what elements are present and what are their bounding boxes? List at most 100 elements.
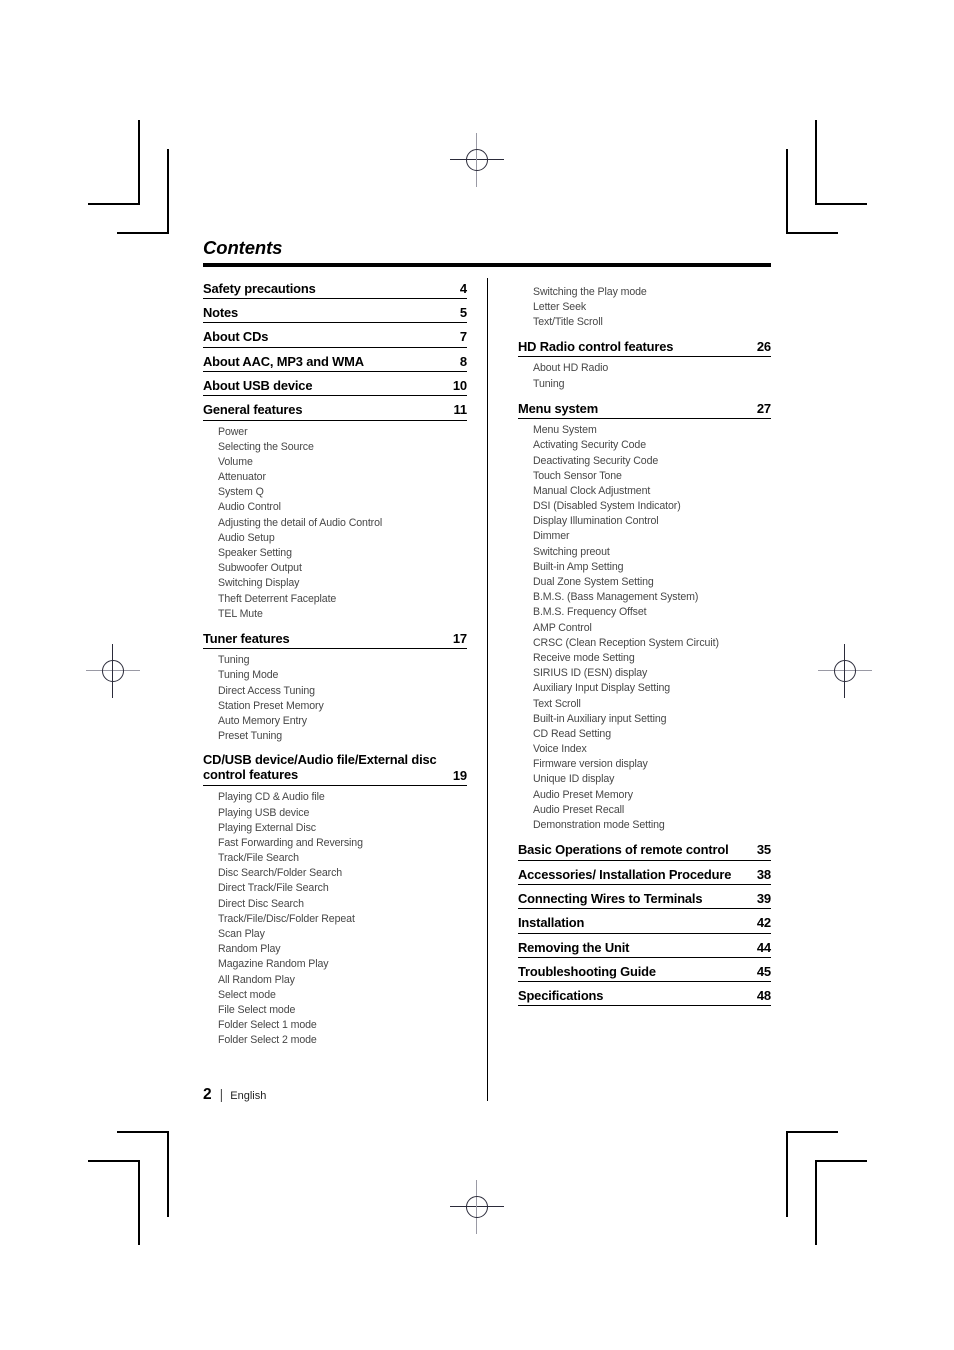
toc-subitem[interactable]: TEL Mute (218, 607, 467, 622)
toc-subitem[interactable]: Playing CD & Audio file (218, 790, 467, 805)
toc-subitem[interactable]: Switching the Play mode (533, 285, 771, 300)
toc-subitem[interactable]: Audio Control (218, 500, 467, 515)
toc-subitem[interactable]: Display Illumination Control (533, 514, 771, 529)
toc-subitem[interactable]: Dimmer (533, 529, 771, 544)
toc-subitem[interactable]: File Select mode (218, 1003, 467, 1018)
toc-subitem[interactable]: Deactivating Security Code (533, 454, 771, 469)
toc-subitem[interactable]: Receive mode Setting (533, 651, 771, 666)
toc-entry[interactable]: Tuner features 17 (203, 631, 467, 650)
toc-subitem[interactable]: Built-in Auxiliary input Setting (533, 712, 771, 727)
toc-entry[interactable]: HD Radio control features 26 (518, 339, 771, 358)
toc-subitem[interactable]: Power (218, 425, 467, 440)
toc-subitem[interactable]: System Q (218, 485, 467, 500)
toc-entry-label: About AAC, MP3 and WMA (203, 353, 364, 369)
toc-subitem[interactable]: B.M.S. (Bass Management System) (533, 590, 771, 605)
toc-subitem-group: About HD Radio Tuning (518, 361, 771, 391)
toc-subitem[interactable]: DSI (Disabled System Indicator) (533, 499, 771, 514)
toc-subitem[interactable]: Attenuator (218, 470, 467, 485)
toc-entry[interactable]: General features 11 (203, 402, 467, 421)
toc-subitem[interactable]: Subwoofer Output (218, 561, 467, 576)
toc-subitem[interactable]: Switching preout (533, 545, 771, 560)
toc-subitem[interactable]: Text/Title Scroll (533, 315, 771, 330)
toc-subitem[interactable]: Playing External Disc (218, 821, 467, 836)
toc-subitem[interactable]: B.M.S. Frequency Offset (533, 605, 771, 620)
toc-subitem[interactable]: Adjusting the detail of Audio Control (218, 516, 467, 531)
toc-entry[interactable]: Troubleshooting Guide 45 (518, 963, 771, 983)
toc-subitem[interactable]: Theft Deterrent Faceplate (218, 592, 467, 607)
toc-subitem[interactable]: Activating Security Code (533, 438, 771, 453)
toc-subitem[interactable]: Direct Access Tuning (218, 684, 467, 699)
toc-subitem[interactable]: Auto Memory Entry (218, 714, 467, 729)
toc-subitem[interactable]: Folder Select 1 mode (218, 1018, 467, 1033)
toc-subitem[interactable]: Direct Disc Search (218, 897, 467, 912)
toc-entry-label: Tuner features (203, 631, 290, 647)
toc-subitem[interactable]: Demonstration mode Setting (533, 818, 771, 833)
toc-subitem[interactable]: About HD Radio (533, 361, 771, 376)
toc-entry[interactable]: About AAC, MP3 and WMA 8 (203, 354, 467, 372)
toc-entry[interactable]: Specifications 48 (518, 988, 771, 1007)
crop-mark-top-right-inner-h (786, 232, 838, 234)
toc-subitem[interactable]: Station Preset Memory (218, 699, 467, 714)
toc-entry[interactable]: Safety precautions 4 (203, 281, 467, 299)
toc-subitem[interactable]: Auxiliary Input Display Setting (533, 681, 771, 696)
toc-subitem[interactable]: Letter Seek (533, 300, 771, 315)
toc-subitem[interactable]: Track/File Search (218, 851, 467, 866)
toc-subitem[interactable]: SIRIUS ID (ESN) display (533, 666, 771, 681)
toc-entry[interactable]: About CDs 7 (203, 329, 467, 348)
toc-entry[interactable]: Connecting Wires to Terminals 39 (518, 891, 771, 910)
toc-entry[interactable]: Removing the Unit 44 (518, 940, 771, 958)
toc-subitem[interactable]: Selecting the Source (218, 440, 467, 455)
toc-entry-label: Specifications (518, 988, 604, 1004)
toc-subitem[interactable]: Dual Zone System Setting (533, 575, 771, 590)
toc-subitem[interactable]: Audio Preset Memory (533, 788, 771, 803)
toc-subitem[interactable]: Tuning (218, 653, 467, 668)
toc-subitem[interactable]: Folder Select 2 mode (218, 1033, 467, 1048)
toc-subitem[interactable]: Switching Display (218, 576, 467, 591)
toc-subitem[interactable]: Tuning (533, 377, 771, 392)
toc-subitem[interactable]: Voice Index (533, 742, 771, 757)
toc-entry[interactable]: Accessories/ Installation Procedure 38 (518, 867, 771, 885)
toc-subitem[interactable]: Speaker Setting (218, 546, 467, 561)
toc-subitem[interactable]: Audio Preset Recall (533, 803, 771, 818)
toc-entry-page: 35 (756, 842, 771, 858)
toc-subitem[interactable]: Tuning Mode (218, 668, 467, 683)
toc-subitem[interactable]: Text Scroll (533, 697, 771, 712)
toc-entry[interactable]: Menu system 27 (518, 401, 771, 420)
toc-subitem[interactable]: Random Play (218, 942, 467, 957)
toc-subitem[interactable]: Volume (218, 455, 467, 470)
toc-subitem[interactable]: Track/File/Disc/Folder Repeat (218, 912, 467, 927)
manual-page: Contents Safety precautions 4 Notes 5 About … (0, 0, 954, 1350)
toc-subitem[interactable]: CD Read Setting (533, 727, 771, 742)
toc-subitem[interactable]: Menu System (533, 423, 771, 438)
toc-subitem[interactable]: Magazine Random Play (218, 957, 467, 972)
toc-entry[interactable]: Basic Operations of remote control 35 (518, 842, 771, 861)
toc-subitem[interactable]: Built-in Amp Setting (533, 560, 771, 575)
toc-subitem[interactable]: Manual Clock Adjustment (533, 484, 771, 499)
toc-entry-page: 7 (459, 329, 467, 345)
toc-entry-label: General features (203, 402, 303, 418)
registration-mark-left (86, 644, 140, 698)
toc-entry[interactable]: CD/USB device/Audio file/External disc c… (203, 752, 467, 787)
toc-subitem[interactable]: All Random Play (218, 973, 467, 988)
toc-entry[interactable]: Installation 42 (518, 915, 771, 934)
toc-subitem[interactable]: Preset Tuning (218, 729, 467, 744)
page-title: Contents (203, 237, 283, 258)
footer-page-number: 2 (203, 1086, 212, 1103)
toc-entry[interactable]: About USB device 10 (203, 378, 467, 397)
toc-subitem[interactable]: Playing USB device (218, 806, 467, 821)
toc-subitem[interactable]: Audio Setup (218, 531, 467, 546)
toc-subitem[interactable]: Direct Track/File Search (218, 881, 467, 896)
crop-mark-bottom-right-outer-h (815, 1160, 867, 1162)
toc-entry[interactable]: Notes 5 (203, 305, 467, 324)
toc-subitem[interactable]: CRSC (Clean Reception System Circuit) (533, 636, 771, 651)
toc-subitem[interactable]: Unique ID display (533, 772, 771, 787)
toc-subitem[interactable]: Disc Search/Folder Search (218, 866, 467, 881)
toc-entry-page: 45 (756, 963, 771, 979)
toc-subitem[interactable]: AMP Control (533, 621, 771, 636)
toc-subitem[interactable]: Fast Forwarding and Reversing (218, 836, 467, 851)
toc-subitem[interactable]: Firmware version display (533, 757, 771, 772)
toc-subitem-group: Playing CD & Audio file Playing USB devic… (203, 790, 467, 1048)
toc-subitem[interactable]: Touch Sensor Tone (533, 469, 771, 484)
toc-subitem[interactable]: Scan Play (218, 927, 467, 942)
toc-subitem[interactable]: Select mode (218, 988, 467, 1003)
